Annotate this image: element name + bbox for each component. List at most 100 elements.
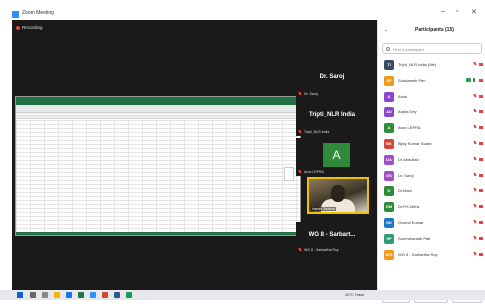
app-icon[interactable] bbox=[126, 292, 132, 298]
powerpoint-icon[interactable] bbox=[102, 292, 108, 298]
tile-dr-saroj[interactable]: Dr. Saroj Dr. Saroj bbox=[296, 60, 368, 98]
participant-row[interactable]: DS Dr. Saroj bbox=[378, 168, 485, 184]
participant-name: Dr.P.K.Mitra bbox=[398, 204, 420, 210]
tile-tag: Dr. Saroj bbox=[298, 92, 318, 96]
close-button[interactable]: ✕ bbox=[471, 8, 477, 16]
tile-name: WG 8 - Sarbart... bbox=[308, 232, 356, 238]
avatar: DA bbox=[384, 154, 394, 165]
participant-name: Dr Abdullah bbox=[398, 156, 419, 162]
participant-list: TI Tripti_NLR India (Me) SP Sundaresh Peri A… bbox=[378, 57, 485, 262]
title-bar: Zoom Meeting – ▫ ✕ bbox=[0, 0, 485, 20]
video-off-icon bbox=[479, 110, 483, 114]
participant-row[interactable]: A Anok bbox=[378, 89, 485, 105]
windows-taskbar: 30°C Haze bbox=[0, 290, 485, 300]
participant-name: WG 8 - Sarbartha Roy bbox=[398, 251, 438, 257]
zoom-app-icon bbox=[12, 11, 19, 18]
spreadsheet-status-bar bbox=[16, 232, 300, 235]
tile-name: Tripti_NLR India bbox=[308, 112, 355, 118]
video-off-icon bbox=[479, 157, 483, 161]
mic-muted-icon bbox=[298, 170, 302, 174]
tile-wg8[interactable]: WG 8 - Sarbart... WG 8 - Sarbartha Roy bbox=[296, 222, 368, 260]
participant-name: Govind Kumar bbox=[398, 219, 424, 225]
participants-header: ⌄ Participants (15) bbox=[378, 25, 485, 37]
participant-row[interactable]: BK Bijoy Kumar Swain bbox=[378, 136, 485, 152]
video-on-icon bbox=[466, 77, 471, 82]
avatar-arun: A bbox=[323, 143, 350, 167]
participant-row[interactable]: DA Dr Abdullah bbox=[378, 152, 485, 168]
participants-panel: ⌄ Participants (15) Find a participant T… bbox=[377, 20, 485, 303]
maximize-button[interactable]: ▫ bbox=[456, 8, 458, 15]
tile-tag: Tripti_NLR India bbox=[298, 130, 329, 134]
mic-muted-icon bbox=[473, 172, 477, 177]
avatar: DS bbox=[384, 170, 394, 181]
search-icon bbox=[386, 47, 390, 51]
video-off-icon bbox=[479, 220, 483, 224]
mic-muted-icon bbox=[473, 156, 477, 161]
spreadsheet-side-box bbox=[284, 167, 294, 181]
chevron-down-icon[interactable]: ⌄ bbox=[384, 27, 388, 33]
zoom-taskbar-icon[interactable] bbox=[90, 292, 96, 298]
avatar: WG bbox=[384, 249, 394, 260]
avatar: BK bbox=[384, 138, 394, 149]
participant-row[interactable]: D Dr.Mani bbox=[378, 183, 485, 199]
participant-search-input[interactable]: Find a participant bbox=[382, 43, 482, 54]
zoom-window: Zoom Meeting – ▫ ✕ Recording Dr. Saroj D… bbox=[0, 0, 485, 303]
tile-tag-label: Arun LEPRA bbox=[304, 170, 324, 174]
video-off-icon bbox=[479, 94, 483, 98]
spreadsheet-grid bbox=[16, 120, 300, 234]
participant-name: Tripti_NLR India (Me) bbox=[398, 62, 437, 67]
participant-name: Dr.Mani bbox=[398, 188, 412, 194]
video-off-icon bbox=[479, 236, 483, 240]
mic-muted-icon bbox=[473, 109, 477, 113]
shared-screen-spreadsheet bbox=[15, 96, 301, 236]
participants-title: Participants (15) bbox=[415, 27, 454, 33]
participant-row[interactable]: SP Surendranath Pati bbox=[378, 231, 485, 247]
avatar: A bbox=[384, 91, 394, 102]
browser-icon[interactable] bbox=[66, 292, 72, 298]
excel-icon[interactable] bbox=[78, 292, 84, 298]
file-explorer-icon[interactable] bbox=[54, 292, 60, 298]
participant-row[interactable]: AD Arpita Dey bbox=[378, 104, 485, 120]
participant-row[interactable]: GK Govind Kumar bbox=[378, 215, 485, 231]
windows-start-icon[interactable] bbox=[17, 292, 23, 298]
avatar: DM bbox=[384, 202, 394, 213]
avatar: D bbox=[384, 186, 394, 197]
participant-row[interactable]: TI Tripti_NLR India (Me) bbox=[378, 57, 485, 73]
video-off-icon bbox=[479, 205, 483, 209]
tile-tag-label: Dr. Saroj bbox=[304, 92, 318, 96]
mic-muted-icon bbox=[473, 93, 477, 98]
participant-name: Surendranath Pati bbox=[398, 235, 431, 241]
participant-row[interactable]: WG WG 8 - Sarbartha Roy bbox=[378, 247, 485, 263]
participant-name: Bijoy Kumar Swain bbox=[398, 140, 432, 146]
recording-indicator: Recording bbox=[16, 25, 43, 30]
avatar: TI bbox=[384, 60, 394, 70]
mic-muted-icon bbox=[473, 204, 477, 208]
mic-on-icon bbox=[473, 77, 475, 82]
word-icon[interactable] bbox=[114, 292, 120, 298]
participant-row[interactable]: DM Dr.P.K.Mitra bbox=[378, 199, 485, 215]
participant-name: Sundaresh Peri bbox=[398, 77, 426, 83]
mic-muted-icon bbox=[298, 248, 302, 252]
mic-muted-icon bbox=[298, 130, 302, 134]
tile-tripti[interactable]: Tripti_NLR India Tripti_NLR India bbox=[296, 98, 368, 136]
mic-muted-icon bbox=[473, 251, 477, 256]
tile-name: Dr. Saroj bbox=[319, 74, 345, 80]
video-off-icon bbox=[479, 189, 483, 193]
tile-active-speaker-video[interactable]: Harish Saxena bbox=[307, 177, 369, 214]
video-off-icon bbox=[479, 141, 483, 145]
video-off-icon bbox=[479, 173, 483, 177]
task-view-icon[interactable] bbox=[42, 292, 48, 298]
participant-name: Dr. Saroj bbox=[398, 172, 414, 178]
search-icon[interactable] bbox=[30, 292, 36, 298]
video-off-icon bbox=[479, 126, 483, 130]
participant-row[interactable]: A Arun LEPRA bbox=[378, 120, 485, 136]
mic-muted-icon bbox=[298, 92, 302, 96]
minimize-button[interactable]: – bbox=[441, 8, 445, 15]
participant-row[interactable]: SP Sundaresh Peri bbox=[378, 73, 485, 89]
spreadsheet-ribbon bbox=[16, 97, 300, 105]
tile-tag: Arun LEPRA bbox=[298, 170, 324, 174]
tile-tag-label: Tripti_NLR India bbox=[304, 130, 330, 134]
video-off-icon bbox=[479, 63, 483, 66]
video-off-icon bbox=[479, 78, 483, 82]
system-tray-weather: 30°C Haze bbox=[345, 292, 365, 297]
